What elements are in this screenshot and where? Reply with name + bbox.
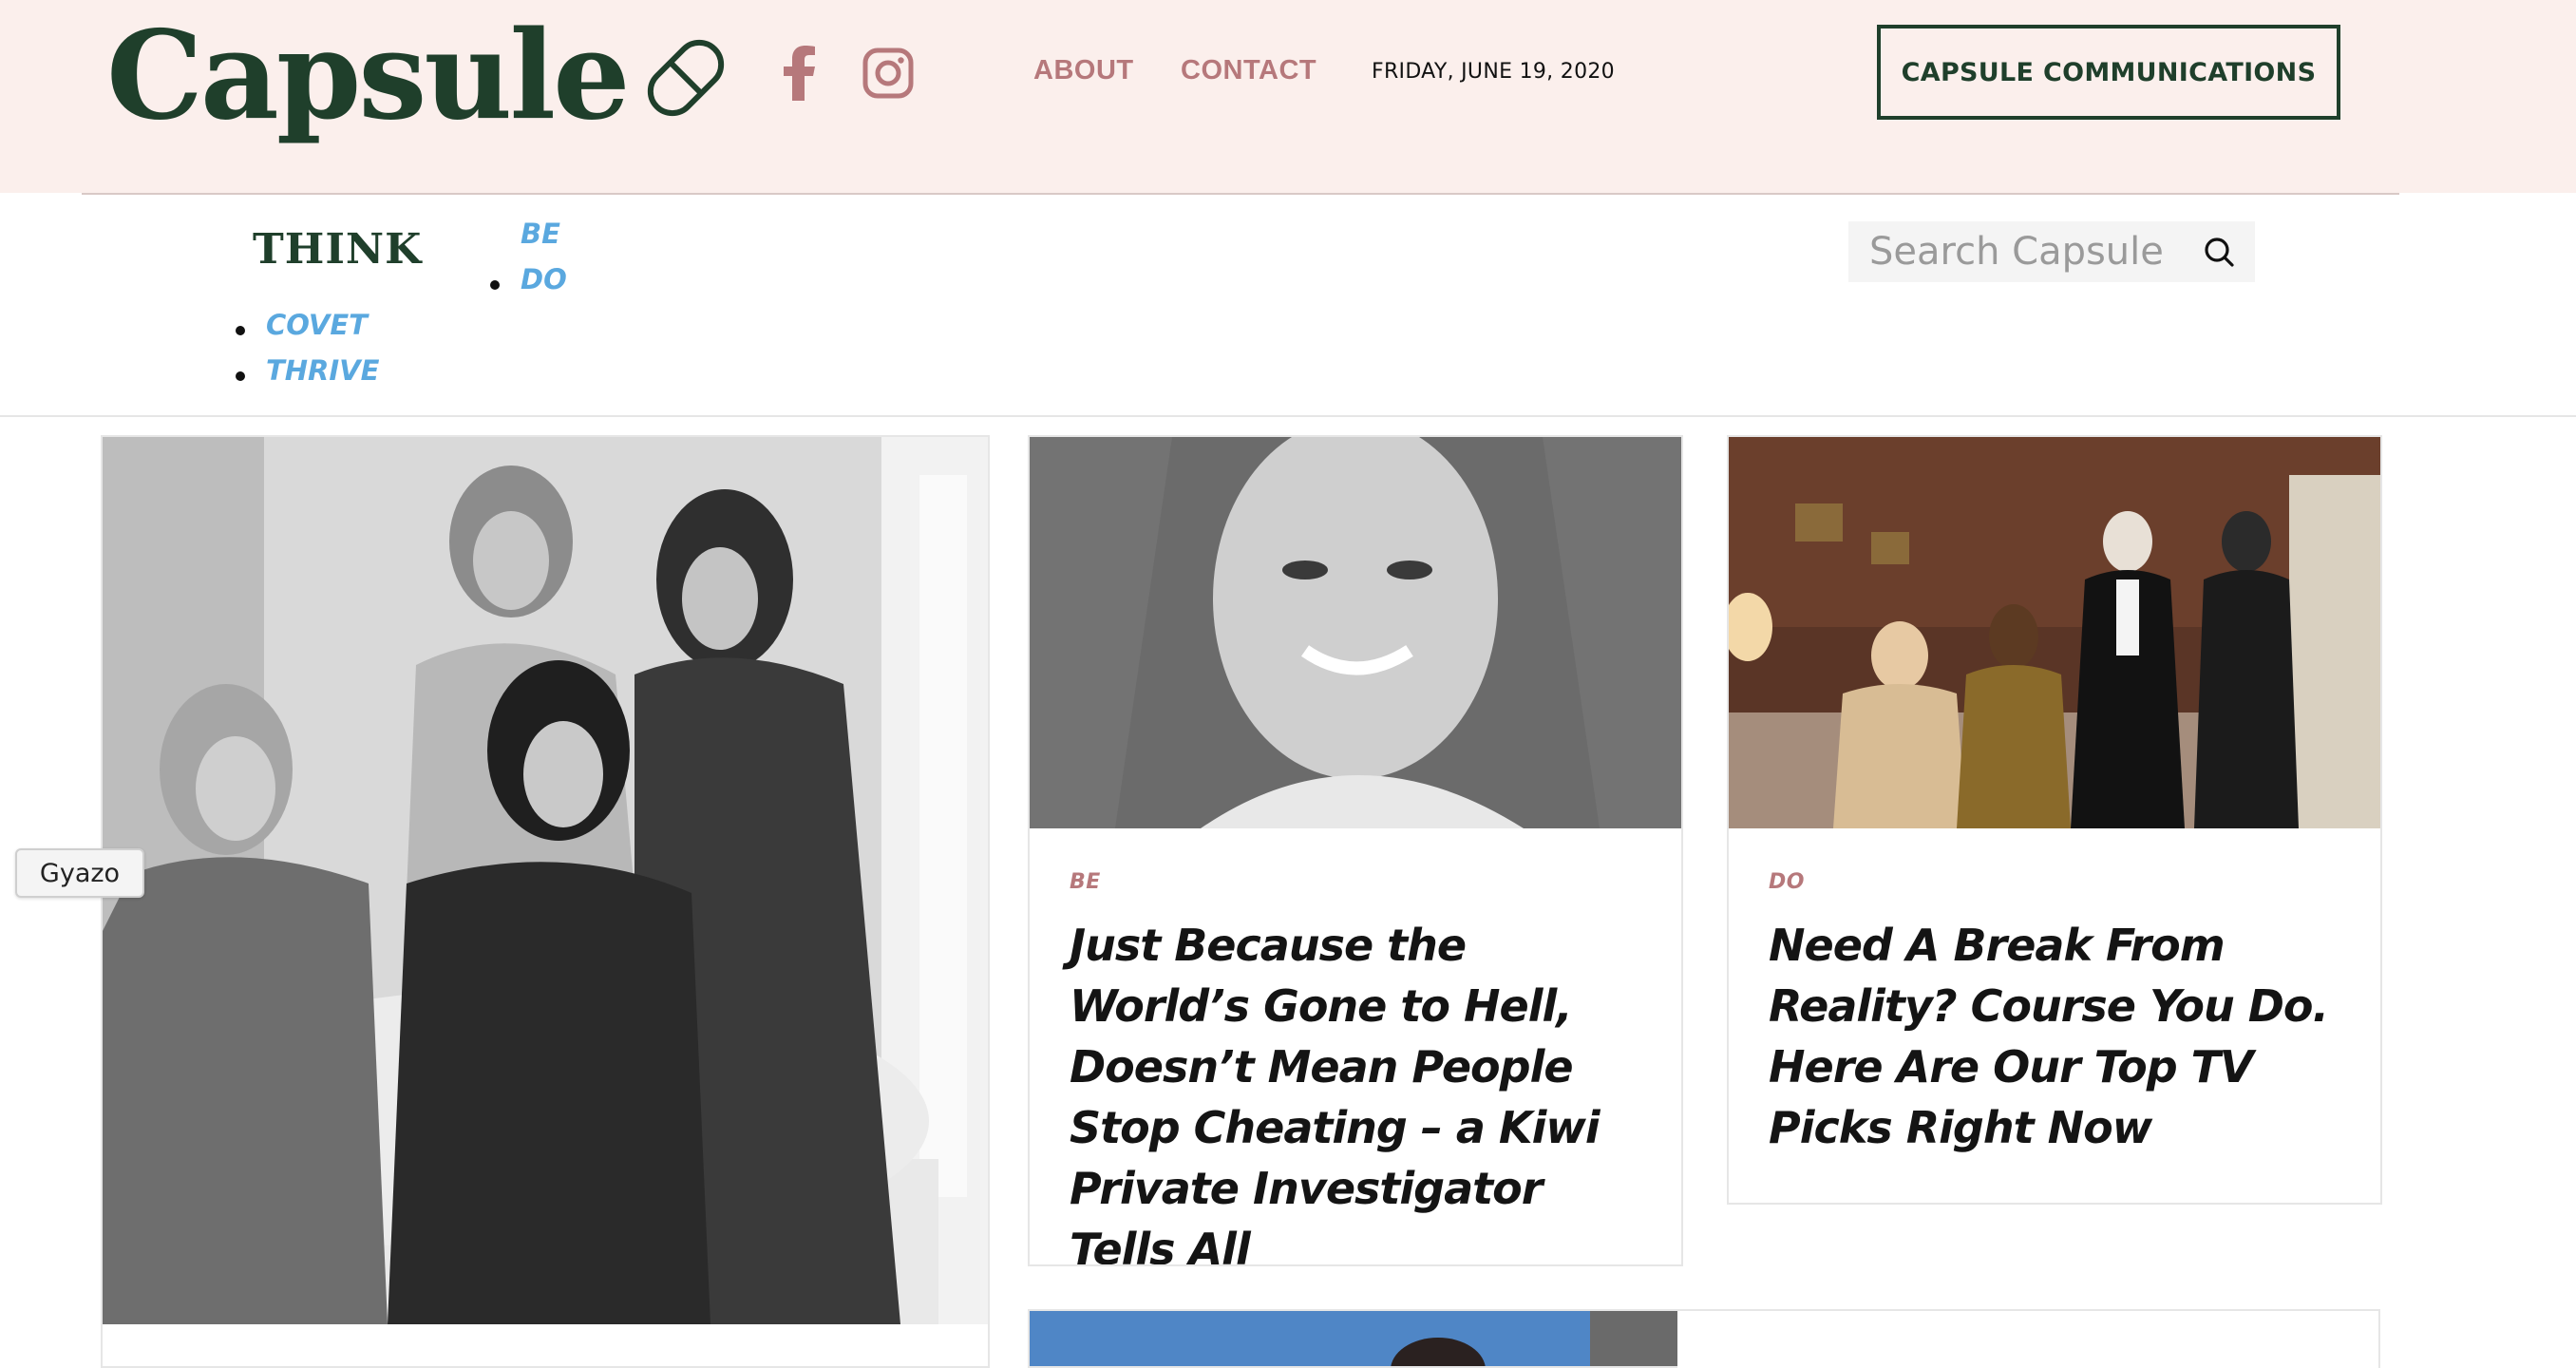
list-bullet bbox=[236, 371, 245, 381]
current-date: FRIDAY, JUNE 19, 2020 bbox=[1372, 60, 1615, 84]
category-thrive[interactable]: THRIVE bbox=[266, 354, 379, 387]
top-header: Capsule ABOUT CONTACT FRIDAY, JUNE 19, 2… bbox=[0, 0, 2576, 193]
instagram-link[interactable] bbox=[860, 38, 917, 108]
article-card[interactable] bbox=[1028, 1309, 1683, 1368]
nav-contact[interactable]: CONTACT bbox=[1181, 55, 1316, 86]
instagram-icon bbox=[862, 48, 914, 99]
article-photo[interactable] bbox=[1030, 437, 1681, 828]
card-title[interactable]: Just Because the World’s Gone to Hell, D… bbox=[1070, 915, 1643, 1264]
gyazo-tooltip[interactable]: Gyazo bbox=[15, 848, 144, 898]
card-category-tag[interactable]: DO bbox=[1769, 870, 1805, 894]
article-photo[interactable] bbox=[1729, 437, 2380, 828]
featured-article[interactable] bbox=[101, 435, 990, 1368]
search-icon[interactable] bbox=[2202, 235, 2236, 269]
logo-text: Capsule bbox=[106, 5, 630, 147]
category-do[interactable]: DO bbox=[521, 263, 567, 295]
article-card[interactable] bbox=[1677, 1309, 2380, 1368]
article-photo[interactable] bbox=[1030, 1311, 1681, 1368]
card-title[interactable]: Need A Break From Reality? Course You Do… bbox=[1769, 915, 2342, 1158]
category-nav: THINK BE DO COVET THRIVE bbox=[0, 193, 2576, 417]
category-covet[interactable]: COVET bbox=[266, 309, 368, 341]
nav-divider bbox=[82, 193, 2399, 195]
capsule-communications-button[interactable]: CAPSULE COMMUNICATIONS bbox=[1877, 25, 2340, 120]
nav-about[interactable]: ABOUT bbox=[1033, 55, 1134, 86]
list-bullet bbox=[490, 280, 500, 290]
list-bullet bbox=[236, 326, 245, 335]
card-body: BE Just Because the World’s Gone to Hell… bbox=[1030, 828, 1681, 1264]
featured-photo[interactable] bbox=[103, 437, 990, 1324]
category-think[interactable]: THINK bbox=[253, 225, 422, 274]
search-input[interactable] bbox=[1867, 229, 2202, 275]
facebook-link[interactable] bbox=[779, 38, 821, 108]
article-card[interactable]: DO Need A Break From Reality? Course You… bbox=[1727, 435, 2382, 1205]
category-be[interactable]: BE bbox=[521, 218, 560, 250]
card-category-tag[interactable]: BE bbox=[1070, 870, 1101, 894]
card-body: DO Need A Break From Reality? Course You… bbox=[1729, 828, 2380, 1158]
article-card[interactable]: BE Just Because the World’s Gone to Hell… bbox=[1028, 435, 1683, 1266]
facebook-icon bbox=[784, 46, 815, 101]
pill-icon bbox=[647, 39, 724, 117]
search-box bbox=[1848, 221, 2255, 282]
site-logo[interactable]: Capsule bbox=[106, 10, 738, 142]
